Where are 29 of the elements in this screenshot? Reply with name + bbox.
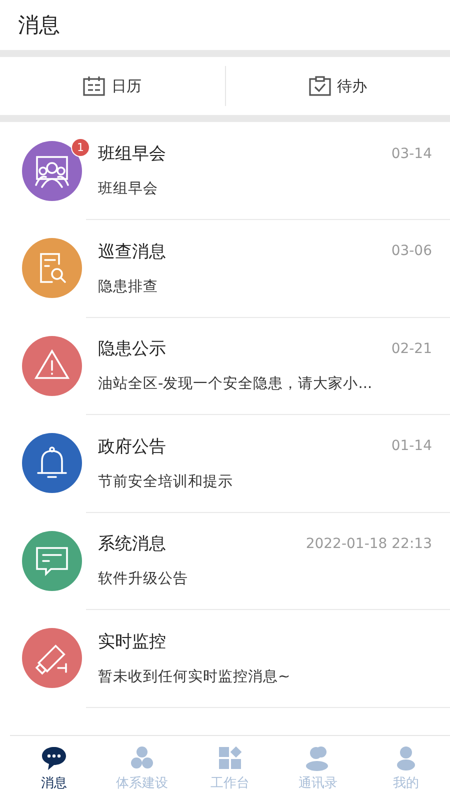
unread-count: 1 — [71, 138, 90, 157]
message-preview: 隐患排查 — [98, 278, 159, 296]
message-title: 系统消息 — [98, 533, 166, 556]
page-title: 消息 — [18, 12, 60, 39]
message-preview: 暂未收到任何实时监控消息~ — [98, 668, 292, 686]
message-time: 2022-01-18 22:13 — [306, 536, 432, 552]
message-item[interactable]: 巡查消息 03-06 隐患排查 — [0, 220, 450, 317]
message-preview: 节前安全培训和提示 — [98, 472, 234, 491]
message-title: 实时监控 — [98, 630, 166, 653]
message-title: 巡查消息 — [98, 240, 166, 263]
message-time: 01-14 — [391, 438, 432, 454]
message-item[interactable]: 隐患公示 02-21 油站全区-发现一个安全隐患，请大家小... — [0, 317, 450, 414]
message-time: 03-06 — [391, 243, 432, 260]
calendar-icon — [83, 76, 106, 96]
message-time: 03-14 — [391, 146, 432, 162]
message-preview: 软件升级公告 — [98, 570, 189, 588]
message-preview: 班组早会 — [98, 180, 159, 198]
clipboard-check-icon — [308, 76, 331, 96]
message-title: 班组早会 — [98, 143, 166, 166]
message-item[interactable]: 实时监控 暂未收到任何实时监控消息~ — [0, 610, 450, 707]
chat-icon — [40, 744, 68, 770]
message-preview: 油站全区-发现一个安全隐患，请大家小... — [98, 374, 374, 394]
message-title: 隐患公示 — [98, 338, 166, 360]
grid-icon — [216, 744, 244, 770]
message-item[interactable]: 系统消息 2022-01-18 22:13 软件升级公告 — [0, 512, 450, 610]
message-time: 02-21 — [391, 340, 432, 357]
message-title: 政府公告 — [98, 436, 166, 458]
message-item[interactable]: 政府公告 01-14 节前安全培训和提示 — [0, 414, 450, 512]
message-item[interactable]: 1 班组早会 03-14 班组早会 — [0, 122, 450, 220]
